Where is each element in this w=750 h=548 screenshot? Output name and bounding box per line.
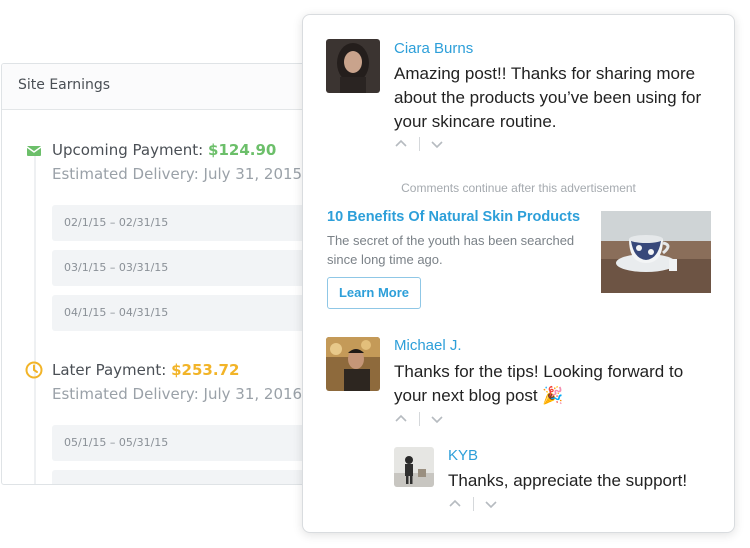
payment-range-row[interactable]: 03/1/15 – 03/31/15 xyxy=(52,250,340,286)
avatar[interactable] xyxy=(326,337,380,391)
chevron-down-icon[interactable] xyxy=(430,137,444,151)
site-earnings-title: Site Earnings xyxy=(2,64,340,110)
comment-text: Thanks for the tips! Looking forward to … xyxy=(394,362,684,405)
ad-title-link[interactable]: 10 Benefits Of Natural Skin Products xyxy=(327,209,580,225)
comment-author[interactable]: KYB xyxy=(448,447,478,464)
later-payment-amount: $253.72 xyxy=(171,361,240,379)
vote-divider xyxy=(473,497,474,511)
comment-author[interactable]: Ciara Burns xyxy=(394,40,473,57)
payment-range-row[interactable]: 05/1/15 – 05/31/15 xyxy=(52,425,340,461)
ad-description: The secret of the youth has been searche… xyxy=(327,233,575,267)
upcoming-delivery-date: Estimated Delivery: July 31, 2015 xyxy=(52,165,303,183)
payment-range-row[interactable]: 04/1/15 – 04/31/15 xyxy=(52,295,340,331)
comment-votes xyxy=(394,412,454,428)
comments-card: Ciara Burns Amazing post!! Thanks for sh… xyxy=(302,14,735,533)
vote-divider xyxy=(419,412,420,426)
later-delivery-date: Estimated Delivery: July 31, 2016 xyxy=(52,385,303,403)
chevron-up-icon[interactable] xyxy=(394,412,408,426)
upcoming-payment-title: Upcoming Payment: $124.90 xyxy=(52,141,276,159)
chevron-up-icon[interactable] xyxy=(394,137,408,151)
comment-text: Amazing post!! Thanks for sharing more a… xyxy=(394,64,702,131)
chevron-down-icon[interactable] xyxy=(430,412,444,426)
chevron-up-icon[interactable] xyxy=(448,497,462,511)
later-payment-label: Later Payment: xyxy=(52,361,167,379)
vote-divider xyxy=(419,137,420,151)
payment-range-row[interactable]: 02/1/15 – 02/31/15 xyxy=(52,205,340,241)
learn-more-button[interactable]: Learn More xyxy=(327,277,421,309)
later-payment-title: Later Payment: $253.72 xyxy=(52,361,239,379)
ad-notice: Comments continue after this advertiseme… xyxy=(401,181,636,195)
payment-range-row[interactable] xyxy=(52,470,340,484)
avatar[interactable] xyxy=(394,447,434,487)
ad-image[interactable] xyxy=(601,211,711,293)
upcoming-payment-label: Upcoming Payment: xyxy=(52,141,204,159)
avatar[interactable] xyxy=(326,39,380,93)
envelope-icon xyxy=(24,141,44,161)
chevron-down-icon[interactable] xyxy=(484,497,498,511)
comment-author[interactable]: Michael J. xyxy=(394,337,462,354)
comment-votes xyxy=(448,497,508,513)
comment-text: Thanks, appreciate the support! xyxy=(448,471,688,490)
clock-icon xyxy=(24,360,44,380)
comment-votes xyxy=(394,137,454,153)
upcoming-payment-amount: $124.90 xyxy=(208,141,277,159)
payment-timeline xyxy=(34,156,36,484)
site-earnings-panel: Site Earnings Upcoming Payment: $124.90 … xyxy=(1,63,341,485)
